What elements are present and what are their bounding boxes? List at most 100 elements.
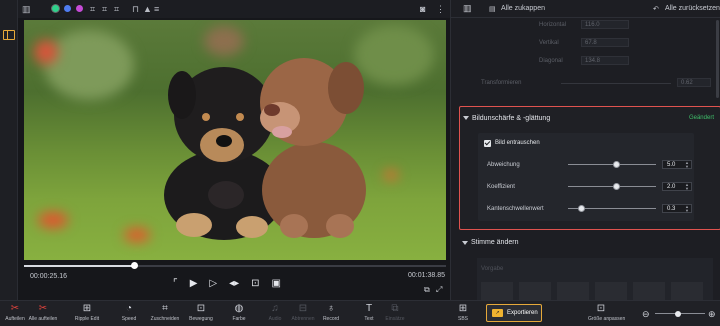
zoom-out-icon[interactable]: ⊖ <box>642 309 650 320</box>
slider-handle[interactable] <box>613 183 621 190</box>
fullscreen-icon[interactable]: ⊡ <box>251 278 259 290</box>
coefficient-label: Koeffizient <box>487 184 515 190</box>
undo-all-button[interactable]: Alle zukappen <box>501 5 545 12</box>
transform-value[interactable]: 0.62 <box>677 78 711 87</box>
reset-all-icon[interactable]: ↶ <box>653 5 659 13</box>
split-all-button[interactable]: ✂ Alle aufteilen <box>28 303 58 326</box>
vertical-value[interactable]: 67.8 <box>581 38 629 47</box>
expand-icon[interactable]: ⤢ <box>436 285 442 295</box>
stepper-icon[interactable]: ▲ ▼ <box>685 205 689 213</box>
scrubber-handle[interactable] <box>130 262 138 269</box>
zoom-handle[interactable] <box>674 311 681 317</box>
voice-preset[interactable] <box>519 282 551 300</box>
reset-all-button[interactable]: Alle zurücksetzen <box>665 5 720 12</box>
export-button[interactable]: ↗ Exportieren <box>486 304 542 322</box>
deviation-label: Abweichung <box>487 162 520 168</box>
diagonal-value[interactable]: 134.8 <box>581 56 629 65</box>
detach-button[interactable]: ⊟ Abtrennen <box>288 303 318 326</box>
voice-preset[interactable] <box>671 282 703 300</box>
playback-controls: ⌜ ▶ ▷ ◂▸ ⊡ ▣ <box>173 276 313 292</box>
speed-button[interactable]: ◔ Speed <box>114 303 144 326</box>
snapshot-icon[interactable]: ◙ <box>420 4 425 14</box>
blur-section: Bildunschärfe & -glättung Geändert Bild … <box>459 106 720 230</box>
crop-icon[interactable]: ⌗ <box>114 4 119 14</box>
diagonal-label: Diagonal <box>539 58 563 64</box>
color-button[interactable]: ◍ Farbe <box>224 303 254 326</box>
speed-label: Speed <box>121 316 137 322</box>
panel-toggle-icon[interactable]: ▥ <box>22 4 31 14</box>
sbs-button[interactable]: ⊞ SBS <box>448 303 478 326</box>
scissors-all-icon: ✂ <box>38 303 48 314</box>
split-button[interactable]: ✂ Aufteilen <box>0 303 30 326</box>
undo-all-icon[interactable]: ▤ <box>489 5 496 13</box>
record-button[interactable]: ♁ Record <box>316 303 346 326</box>
voice-preset[interactable] <box>557 282 589 300</box>
left-sidebar <box>0 0 18 300</box>
coefficient-slider[interactable] <box>568 183 656 190</box>
deviation-value[interactable]: 5.0 ▲ ▼ <box>662 160 692 169</box>
denoise-checkbox[interactable] <box>484 140 491 147</box>
voice-presets: Vorgabe <box>477 258 713 300</box>
lock-icon[interactable]: ⊓ <box>132 4 139 14</box>
fit-size-button[interactable]: ⊡ Größe anpassen <box>588 303 626 326</box>
stepper-icon[interactable]: ▲ ▼ <box>685 183 689 191</box>
horizontal-value[interactable]: 116.0 <box>581 20 629 29</box>
preview-toolbar: ▥ ⌗ ⌗ ⌗ ⊓ ▲ ≡ ◙ ⋮ <box>18 0 450 18</box>
insert-button[interactable]: ⧉ Einsätze <box>380 303 410 326</box>
voice-preset[interactable] <box>595 282 627 300</box>
crop-icon[interactable]: ⌗ <box>90 4 95 14</box>
coefficient-value[interactable]: 2.0 ▲ ▼ <box>662 182 692 191</box>
crop-label: Zuschneiden <box>150 316 180 322</box>
mask-icon[interactable]: ▲ <box>143 4 152 14</box>
collapse-caret-icon[interactable] <box>462 241 468 245</box>
crop-preview-icon[interactable]: ⌜ <box>173 278 178 290</box>
fit-screen-icon[interactable]: ⧉ <box>424 285 430 295</box>
zoom-slider[interactable] <box>655 311 705 317</box>
panel-toggle-icon[interactable]: ▥ <box>463 3 472 14</box>
crop-icon[interactable]: ⌗ <box>102 4 107 14</box>
ripple-icon: ⊞ <box>82 303 92 314</box>
crop-icon: ⌗ <box>162 303 168 314</box>
panel-header: ▥ ▤ Alle zukappen ↶ Alle zurücksetzen <box>451 0 720 18</box>
voice-preset[interactable] <box>633 282 665 300</box>
voice-preset[interactable] <box>481 282 513 300</box>
play-from-start-icon[interactable]: ▷ <box>209 278 217 290</box>
voice-section-title[interactable]: Stimme ändern <box>471 239 518 246</box>
media-panel-icon[interactable] <box>3 30 15 40</box>
edge-threshold-label: Kantenschwellenwert <box>487 206 544 212</box>
render-preview-icon[interactable]: ▣ <box>272 278 281 290</box>
panel-scrollbar[interactable] <box>716 20 719 98</box>
zoom-in-icon[interactable]: ⊕ <box>708 309 716 320</box>
transform-slider[interactable] <box>561 83 671 84</box>
audio-button[interactable]: ♫ Audio <box>260 303 290 326</box>
layers-icon[interactable]: ≡ <box>154 4 159 14</box>
sbs-icon: ⊞ <box>458 303 468 314</box>
collapse-caret-icon[interactable] <box>463 116 469 120</box>
blue-color-icon[interactable] <box>64 4 71 14</box>
crop-button[interactable]: ⌗ Zuschneiden <box>150 303 180 326</box>
ripple-edit-button[interactable]: ⊞ Ripple Edit <box>72 303 102 326</box>
purple-color-icon[interactable] <box>76 4 83 14</box>
timeline-scrubber[interactable] <box>24 262 446 270</box>
play-icon[interactable]: ▶ <box>190 278 198 290</box>
insert-label: Einsätze <box>385 316 405 322</box>
edge-threshold-slider[interactable] <box>568 205 656 212</box>
scissors-icon: ✂ <box>10 303 20 314</box>
deviation-slider[interactable] <box>568 161 656 168</box>
edge-threshold-value[interactable]: 0.3 ▲ ▼ <box>662 204 692 213</box>
prev-next-frame-icon[interactable]: ◂▸ <box>229 278 239 290</box>
stepper-icon[interactable]: ▲ ▼ <box>685 161 689 169</box>
export-icon: ↗ <box>492 309 503 317</box>
blur-section-title[interactable]: Bildunschärfe & -glättung <box>472 115 550 122</box>
slider-handle[interactable] <box>578 205 586 212</box>
slider-track <box>568 186 656 187</box>
slider-handle[interactable] <box>613 161 621 168</box>
denoise-label[interactable]: Bild entrauschen <box>495 140 540 146</box>
video-frame[interactable] <box>24 20 446 260</box>
motion-icon: ⊡ <box>196 303 206 314</box>
more-options-icon[interactable]: ⋮ <box>436 4 445 14</box>
motion-button[interactable]: ⊡ Bewegung <box>186 303 216 326</box>
green-color-icon[interactable] <box>52 4 59 14</box>
fit-size-label: Größe anpassen <box>588 316 626 322</box>
palette-icon: ◍ <box>234 303 244 314</box>
